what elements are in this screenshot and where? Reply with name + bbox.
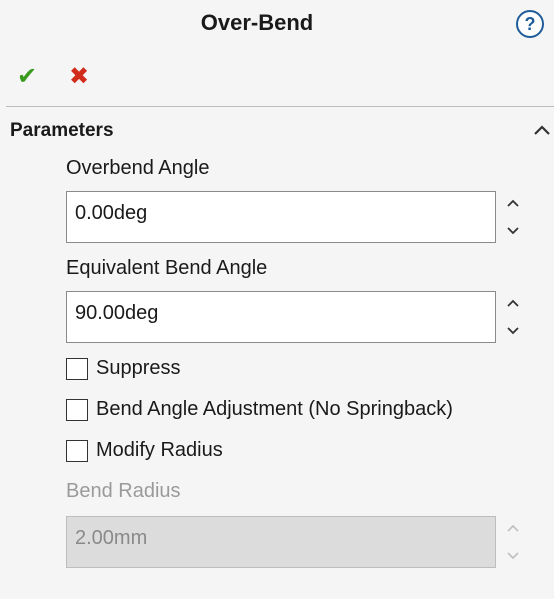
chevron-down-icon [507,552,519,560]
chevron-up-icon [534,125,550,135]
divider [6,106,554,107]
page-title: Over-Bend [200,10,314,35]
cancel-button[interactable]: ✖ [65,62,93,90]
collapse-section-button[interactable] [530,118,554,142]
ok-button[interactable]: ✔ [13,62,41,90]
checkmark-icon: ✔ [16,62,38,90]
chevron-down-icon [507,327,519,335]
parameters-section-title: Parameters [10,120,114,141]
bend-radius-label: Bend Radius [66,480,181,502]
checkbox-box[interactable] [66,398,88,421]
bend-angle-adjustment-label: Bend Angle Adjustment (No Springback) [96,398,453,420]
checkbox-box[interactable] [66,357,88,380]
help-icon: ? [524,13,536,34]
bend-radius-increment [500,516,526,540]
x-icon: ✖ [68,62,90,90]
bend-angle-adjustment-checkbox[interactable]: Bend Angle Adjustment (No Springback) [66,398,453,421]
bend-radius-input: 2.00mm [66,516,496,568]
equivalent-bend-angle-decrement[interactable] [500,319,526,343]
equivalent-bend-angle-input[interactable]: 90.00deg [66,291,496,343]
overbend-angle-input[interactable]: 0.00deg [66,191,496,243]
checkbox-box[interactable] [66,439,88,462]
chevron-up-icon [507,199,519,207]
overbend-angle-decrement[interactable] [500,219,526,243]
suppress-label: Suppress [96,357,181,379]
help-button[interactable]: ? [516,10,544,38]
chevron-down-icon [507,227,519,235]
overbend-angle-spinner [500,191,526,243]
bend-radius-decrement [500,544,526,568]
overbend-angle-label: Overbend Angle [66,157,210,179]
chevron-up-icon [507,524,519,532]
equivalent-bend-angle-increment[interactable] [500,291,526,315]
overbend-angle-increment[interactable] [500,191,526,215]
equivalent-bend-angle-spinner [500,291,526,343]
bend-radius-spinner [500,516,526,568]
modify-radius-label: Modify Radius [96,439,223,461]
modify-radius-checkbox[interactable]: Modify Radius [66,439,223,462]
chevron-up-icon [507,299,519,307]
equivalent-bend-angle-label: Equivalent Bend Angle [66,257,268,279]
suppress-checkbox[interactable]: Suppress [66,357,181,380]
